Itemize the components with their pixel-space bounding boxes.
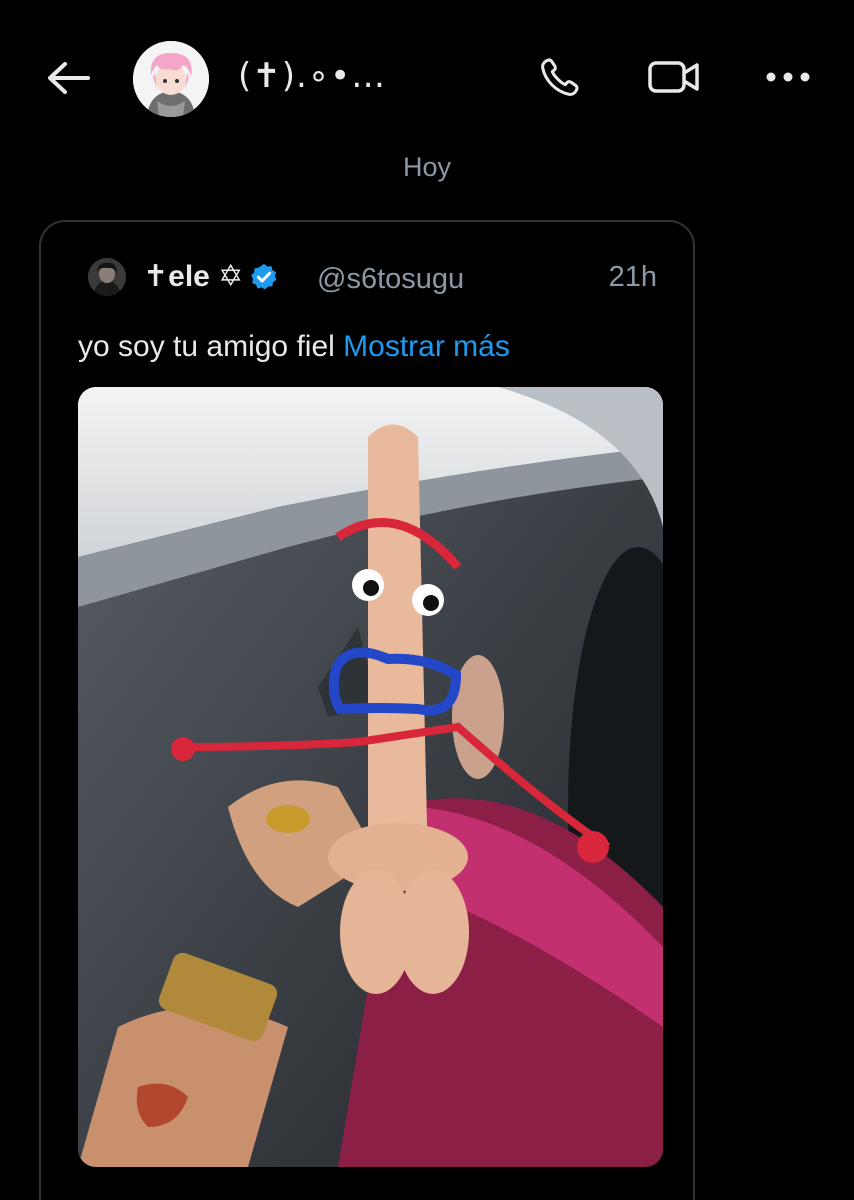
tweet-timestamp: 21h [608,261,657,293]
video-camera-icon [648,61,699,93]
tweet-author-name: ✝ele ✡ [143,260,244,293]
date-separator: Hoy [402,152,451,182]
shared-tweet-card[interactable]: ✝ele ✡ @s6tosugu 21h yo soy tu amigo fie… [39,220,695,1200]
verified-badge-icon [251,263,277,289]
contact-avatar[interactable] [133,41,209,117]
arrow-left-icon [48,62,90,94]
chat-name[interactable]: (✝).∘•… [238,56,386,96]
tweet-body: yo soy tu amigo fiel [78,330,335,363]
tweet-author-avatar[interactable] [88,258,126,296]
tweet-text: yo soy tu amigo fiel Mostrar más [78,330,510,364]
chat-header: (✝).∘•… [0,0,854,150]
show-more-link[interactable]: Mostrar más [343,330,510,363]
video-call-button[interactable] [646,52,702,102]
back-button[interactable] [44,58,92,98]
tweet-author[interactable]: ✝ele ✡ [143,259,279,294]
tweet-media-image[interactable] [78,387,663,1167]
more-options-button[interactable] [760,52,816,102]
more-horizontal-icon [766,72,810,82]
phone-icon [541,58,579,96]
call-button[interactable] [532,52,588,102]
tweet-handle: @s6tosugu [317,263,465,295]
